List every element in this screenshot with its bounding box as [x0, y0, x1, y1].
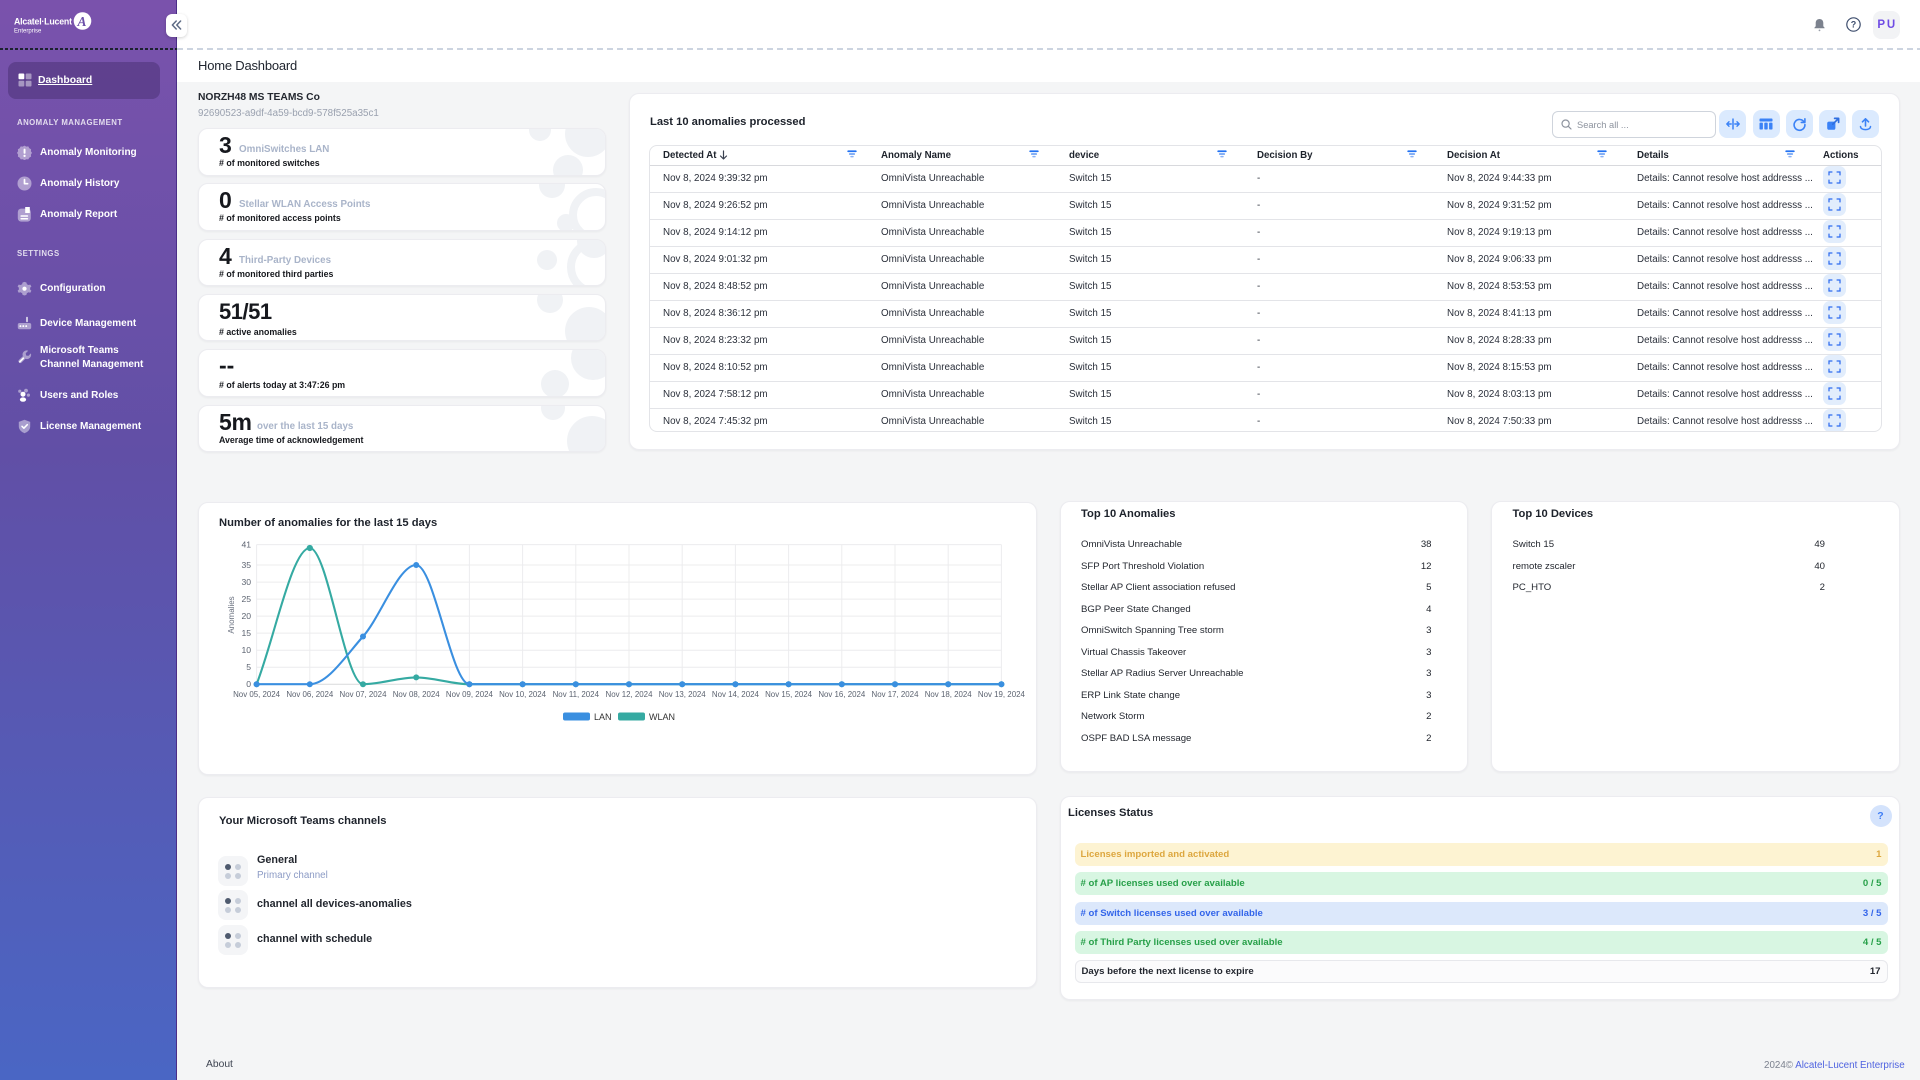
- svg-text:Enterprise: Enterprise: [14, 29, 42, 35]
- svg-text:Alcatel·Lucent: Alcatel·Lucent: [14, 17, 72, 27]
- svg-text:Nov 08, 2024: Nov 08, 2024: [393, 690, 441, 699]
- svg-text:30: 30: [241, 577, 251, 587]
- svg-text:Nov 09, 2024: Nov 09, 2024: [446, 690, 494, 699]
- svg-text:Nov 13, 2024: Nov 13, 2024: [659, 690, 707, 699]
- svg-text:10: 10: [241, 645, 251, 655]
- svg-text:0: 0: [246, 679, 251, 689]
- svg-text:A: A: [77, 14, 87, 29]
- svg-text:41: 41: [241, 540, 251, 550]
- svg-text:Nov 18, 2024: Nov 18, 2024: [925, 690, 973, 699]
- svg-text:15: 15: [241, 628, 251, 638]
- svg-text:Nov 05, 2024: Nov 05, 2024: [233, 690, 281, 699]
- svg-text:35: 35: [241, 560, 251, 570]
- svg-text:Nov 11, 2024: Nov 11, 2024: [553, 690, 600, 699]
- svg-text:Nov 10, 2024: Nov 10, 2024: [499, 690, 547, 699]
- svg-text:5: 5: [246, 662, 251, 672]
- svg-text:Nov 16, 2024: Nov 16, 2024: [818, 690, 866, 699]
- svg-text:WLAN: WLAN: [649, 712, 675, 722]
- svg-text:Nov 15, 2024: Nov 15, 2024: [765, 690, 813, 699]
- svg-text:20: 20: [241, 611, 251, 621]
- svg-text:Nov 06, 2024: Nov 06, 2024: [286, 690, 334, 699]
- svg-text:Nov 17, 2024: Nov 17, 2024: [872, 690, 920, 699]
- svg-text:LAN: LAN: [594, 712, 612, 722]
- svg-text:Anomalies: Anomalies: [227, 596, 236, 633]
- svg-text:Nov 19, 2024: Nov 19, 2024: [978, 690, 1026, 699]
- svg-text:25: 25: [241, 594, 251, 604]
- svg-text:Nov 07, 2024: Nov 07, 2024: [340, 690, 388, 699]
- svg-text:?: ?: [1851, 20, 1857, 30]
- svg-text:Nov 12, 2024: Nov 12, 2024: [606, 690, 654, 699]
- svg-text:Nov 14, 2024: Nov 14, 2024: [712, 690, 760, 699]
